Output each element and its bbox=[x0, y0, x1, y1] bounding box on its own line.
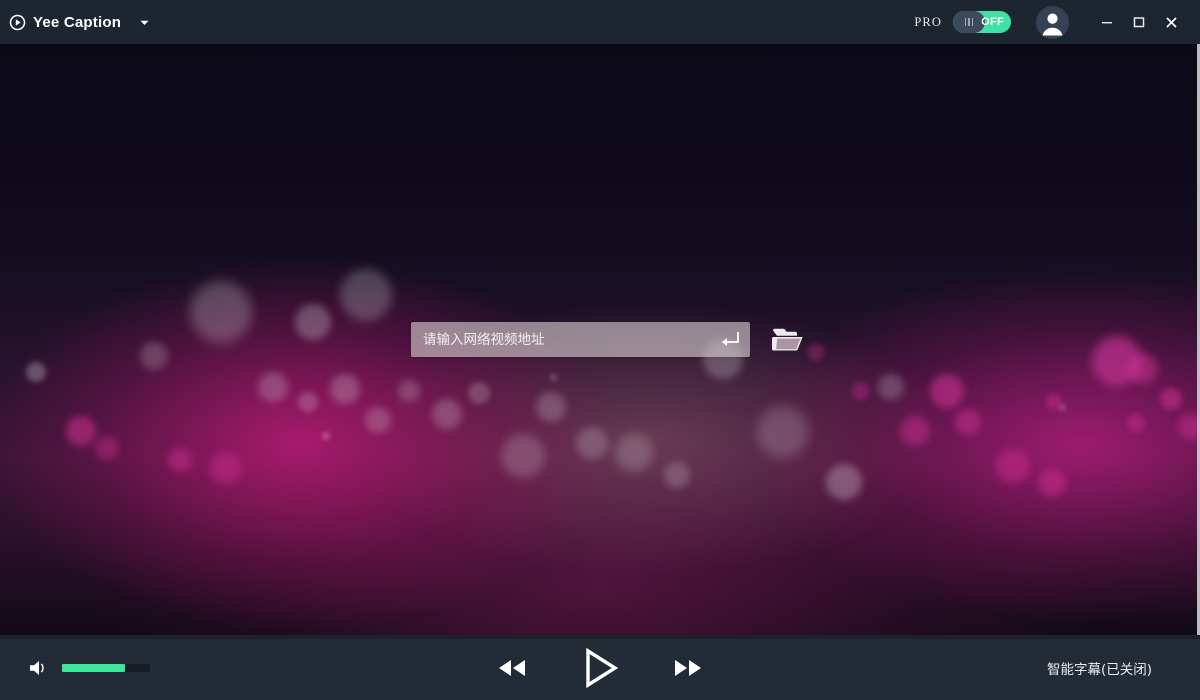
chevron-down-icon[interactable] bbox=[138, 16, 151, 29]
volume-control bbox=[28, 635, 150, 700]
app-brand[interactable]: Yee Caption bbox=[9, 0, 151, 44]
url-input[interactable] bbox=[421, 322, 710, 357]
close-icon bbox=[1164, 15, 1179, 30]
minimize-icon bbox=[1100, 15, 1114, 29]
fast-forward-icon bbox=[671, 656, 705, 680]
video-stage[interactable] bbox=[0, 44, 1200, 635]
control-bar-divider bbox=[0, 635, 1200, 639]
play-circle-icon bbox=[9, 14, 26, 31]
open-folder-icon bbox=[771, 325, 805, 355]
smart-subtitle-status-label: 智能字幕(已关闭) bbox=[1047, 658, 1152, 678]
enter-return-icon[interactable] bbox=[718, 331, 740, 349]
avatar[interactable] bbox=[1036, 6, 1069, 39]
volume-slider[interactable] bbox=[62, 664, 150, 672]
playback-control-bar: 智能字幕(已关闭) bbox=[0, 635, 1200, 700]
play-icon bbox=[579, 647, 621, 689]
maximize-button[interactable] bbox=[1123, 7, 1155, 37]
pro-toggle-state-label: OFF bbox=[981, 16, 1004, 28]
minimize-button[interactable] bbox=[1091, 7, 1123, 37]
app-window: Yee Caption PRO OFF bbox=[0, 0, 1200, 700]
rewind-button[interactable] bbox=[495, 656, 529, 680]
transport-controls bbox=[0, 635, 1200, 700]
smart-subtitle-status[interactable]: 智能字幕(已关闭) bbox=[1047, 635, 1152, 700]
user-avatar-icon bbox=[1036, 6, 1069, 39]
maximize-icon bbox=[1132, 15, 1146, 29]
titlebar-right-cluster: PRO OFF bbox=[914, 0, 1200, 44]
titlebar: Yee Caption PRO OFF bbox=[0, 0, 1200, 44]
pro-toggle[interactable]: OFF bbox=[953, 11, 1011, 33]
fast-forward-button[interactable] bbox=[671, 656, 705, 680]
app-title: Yee Caption bbox=[33, 14, 121, 31]
close-button[interactable] bbox=[1155, 7, 1187, 37]
open-folder-button[interactable] bbox=[771, 324, 805, 356]
rewind-icon bbox=[495, 656, 529, 680]
play-button[interactable] bbox=[579, 647, 621, 689]
pro-label: PRO bbox=[914, 15, 942, 30]
url-input-box[interactable] bbox=[411, 322, 750, 357]
window-controls bbox=[1091, 7, 1187, 37]
volume-slider-fill bbox=[62, 664, 125, 672]
url-input-row bbox=[411, 322, 805, 357]
speaker-volume-icon[interactable] bbox=[28, 658, 50, 678]
